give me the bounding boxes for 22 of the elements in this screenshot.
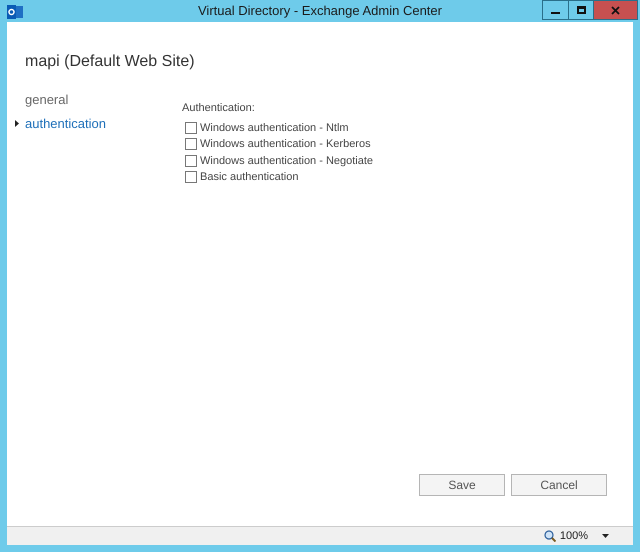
nav-link[interactable]: general (25, 90, 68, 110)
checkbox-label: Windows authentication - Negotiate (200, 154, 374, 168)
window-title: Virtual Directory - Exchange Admin Center (198, 2, 442, 20)
page-heading: mapi (Default Web Site) (25, 52, 195, 72)
checkbox[interactable] (185, 171, 197, 184)
nav-link[interactable]: authentication (25, 114, 106, 133)
zoom-level: 100% (560, 528, 588, 544)
checkbox[interactable] (185, 122, 197, 134)
save-button[interactable]: Save (419, 474, 505, 496)
checkbox-label: Windows authentication - Ntlm (200, 120, 349, 136)
section-label: Authentication: (182, 101, 256, 116)
outlook-app-icon (7, 5, 23, 19)
close-button[interactable] (594, 0, 638, 20)
minimize-button[interactable] (542, 0, 568, 20)
dropdown-caret-icon[interactable] (602, 534, 609, 538)
cancel-button[interactable]: Cancel (511, 474, 607, 496)
checkbox[interactable] (185, 138, 197, 150)
checkbox-label: Basic authentication (200, 170, 298, 185)
checkbox[interactable] (185, 154, 197, 167)
close-icon (611, 6, 620, 14)
zoom-icon (544, 530, 556, 542)
checkbox-label: Windows authentication - Kerberos (200, 137, 371, 152)
